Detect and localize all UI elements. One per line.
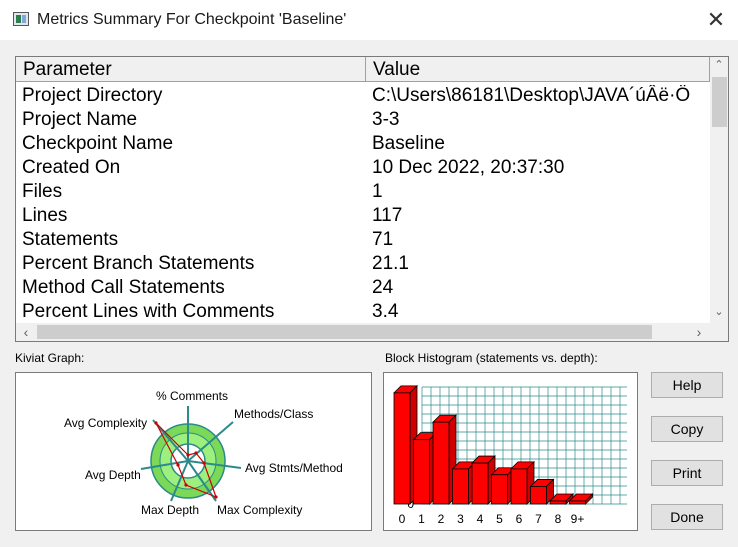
histogram-x-tick: 0 [399,512,406,526]
app-icon [13,12,29,26]
histogram-label: Block Histogram (statements vs. depth): [385,351,598,365]
table-row[interactable]: Statements 71 [16,228,710,252]
title-bar: Metrics Summary For Checkpoint 'Baseline… [0,0,738,40]
histogram-x-tick: 7 [535,512,542,526]
copy-button[interactable]: Copy [651,416,723,442]
table-row[interactable]: Percent Branch Statements 21.1 [16,252,710,276]
help-button[interactable]: Help [651,372,723,398]
table-row[interactable]: Checkpoint Name Baseline [16,132,710,156]
parameter-cell: Files [22,181,63,202]
value-cell: 71 [372,229,394,250]
metrics-rows: Project Directory C:\Users\86181\Desktop\… [16,84,710,324]
scroll-right-icon[interactable]: › [690,324,708,340]
kiviat-axis-label: Avg Stmts/Method [245,461,343,475]
window-title: Metrics Summary For Checkpoint 'Baseline… [37,11,347,28]
histogram-bar [529,478,555,505]
kiviat-axis-label: Max Depth [141,503,199,517]
value-cell: Baseline [372,133,445,154]
histogram-panel: 0510150123456789+ [383,372,638,531]
histogram-x-tick: 4 [477,512,484,526]
parameter-cell: Percent Branch Statements [22,253,255,274]
kiviat-axis-label: Avg Complexity [64,416,147,430]
parameter-cell: Created On [22,157,121,178]
column-header-parameter[interactable]: Parameter [16,57,366,81]
parameter-cell: Percent Lines with Comments [22,301,275,322]
kiviat-graph: % Comments Methods/Class Avg Stmts/Metho… [64,389,343,517]
vertical-scrollbar[interactable]: ⌃ ⌄ [710,57,728,325]
histogram-x-tick: 6 [516,512,523,526]
kiviat-axis-label: Max Complexity [217,503,302,517]
value-cell: 24 [372,277,394,298]
kiviat-panel: % Comments Methods/Class Avg Stmts/Metho… [15,372,372,531]
table-row[interactable]: Percent Lines with Comments 3.4 [16,300,710,324]
column-header-value[interactable]: Value [366,57,710,81]
scroll-corner [710,325,728,341]
scroll-down-icon[interactable]: ⌄ [710,305,728,318]
table-row[interactable]: Lines 117 [16,204,710,228]
histogram-x-tick: 3 [457,512,464,526]
scroll-left-icon[interactable]: ‹ [17,324,35,340]
horizontal-scroll-thumb[interactable] [37,325,652,339]
parameter-cell: Statements [22,229,119,250]
histogram-x-tick: 8 [555,512,562,526]
value-cell: 3-3 [372,109,400,130]
horizontal-scrollbar[interactable]: ‹ › [16,323,710,341]
kiviat-axis-label: Avg Depth [85,468,141,482]
histogram-x-tick: 9+ [571,512,585,526]
metrics-list[interactable]: Parameter Value Project Directory C:\User… [15,56,729,342]
table-row[interactable]: Files 1 [16,180,710,204]
done-button[interactable]: Done [651,504,723,530]
table-row[interactable]: Method Call Statements 24 [16,276,710,300]
kiviat-axis-label: Methods/Class [234,407,313,421]
histogram-x-tick: 5 [496,512,503,526]
scroll-up-icon[interactable]: ⌃ [710,58,728,71]
vertical-scroll-thumb[interactable] [712,77,727,127]
value-cell: C:\Users\86181\Desktop\JAVA´úÂë·Ö [372,85,691,106]
histogram-x-tick: 2 [438,512,445,526]
print-button[interactable]: Print [651,460,723,486]
histogram-x-tick: 1 [418,512,425,526]
value-cell: 1 [372,181,383,202]
list-header: Parameter Value [16,57,710,82]
parameter-cell: Lines [22,205,68,226]
value-cell: 21.1 [372,253,409,274]
table-row[interactable]: Created On 10 Dec 2022, 20:37:30 [16,156,710,180]
parameter-cell: Checkpoint Name [22,133,174,154]
kiviat-label: Kiviat Graph: [15,351,85,365]
kiviat-axis-label: % Comments [156,389,228,403]
table-row[interactable]: Project Name 3-3 [16,108,710,132]
close-icon[interactable]: ✕ [700,5,732,35]
block-histogram: 0510150123456789+ [393,384,627,526]
value-cell: 10 Dec 2022, 20:37:30 [372,157,565,178]
parameter-cell: Project Directory [22,85,163,106]
value-cell: 117 [372,205,403,226]
parameter-cell: Project Name [22,109,138,130]
parameter-cell: Method Call Statements [22,277,225,298]
table-row[interactable]: Project Directory C:\Users\86181\Desktop\… [16,84,710,108]
value-cell: 3.4 [372,301,399,322]
